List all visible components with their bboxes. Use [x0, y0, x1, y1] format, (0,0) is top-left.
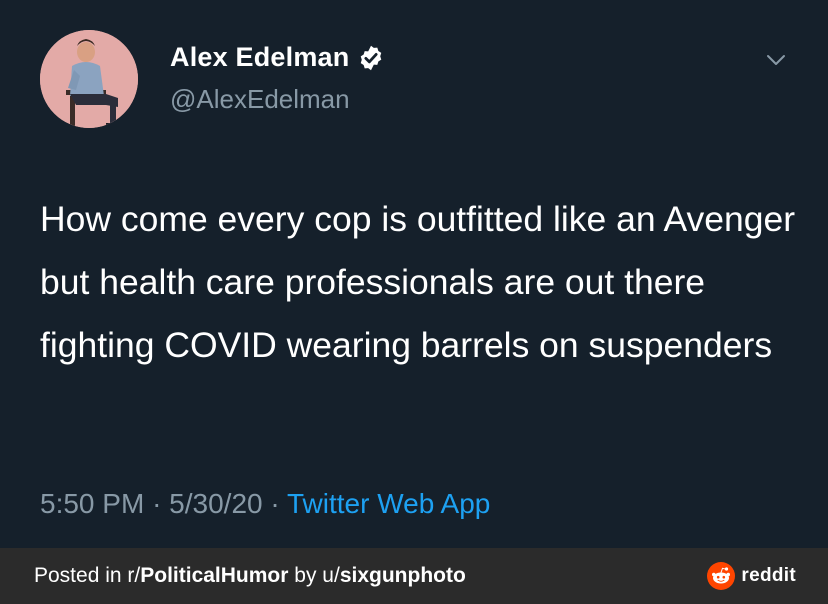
verified-badge-icon	[361, 45, 382, 70]
footer-by: by	[288, 564, 323, 587]
reddit-logo-icon	[707, 562, 736, 590]
reddit-wordmark: reddit	[741, 565, 796, 586]
reddit-brand: reddit	[707, 562, 796, 590]
meta-separator: ·	[270, 488, 280, 519]
tweet-card: Alex Edelman @AlexEdelman How come every…	[0, 0, 828, 548]
tweet-time[interactable]: 5:50 PM	[40, 488, 144, 519]
tweet-source-link[interactable]: Twitter Web App	[287, 488, 490, 519]
chevron-down-icon[interactable]	[762, 46, 790, 74]
avatar[interactable]	[40, 30, 138, 128]
tweet-text: How come every cop is outfitted like an …	[40, 199, 796, 365]
author-handle[interactable]: @AlexEdelman	[170, 84, 350, 115]
subreddit-link[interactable]: r/PoliticalHumor	[127, 564, 288, 587]
author-row: Alex Edelman	[170, 42, 385, 73]
footer-caption: Posted in r/PoliticalHumor by u/sixgunph…	[34, 564, 466, 588]
author-name[interactable]: Alex Edelman	[170, 42, 349, 73]
user-link[interactable]: u/sixgunphoto	[322, 564, 466, 587]
avatar-image	[40, 30, 138, 128]
tweet-metadata: 5:50 PM · 5/30/20 · Twitter Web App	[40, 488, 490, 520]
tweet-date[interactable]: 5/30/20	[169, 488, 262, 519]
footer-prefix: Posted in	[34, 564, 128, 587]
meta-separator: ·	[152, 488, 162, 519]
reddit-footer: Posted in r/PoliticalHumor by u/sixgunph…	[0, 548, 828, 604]
